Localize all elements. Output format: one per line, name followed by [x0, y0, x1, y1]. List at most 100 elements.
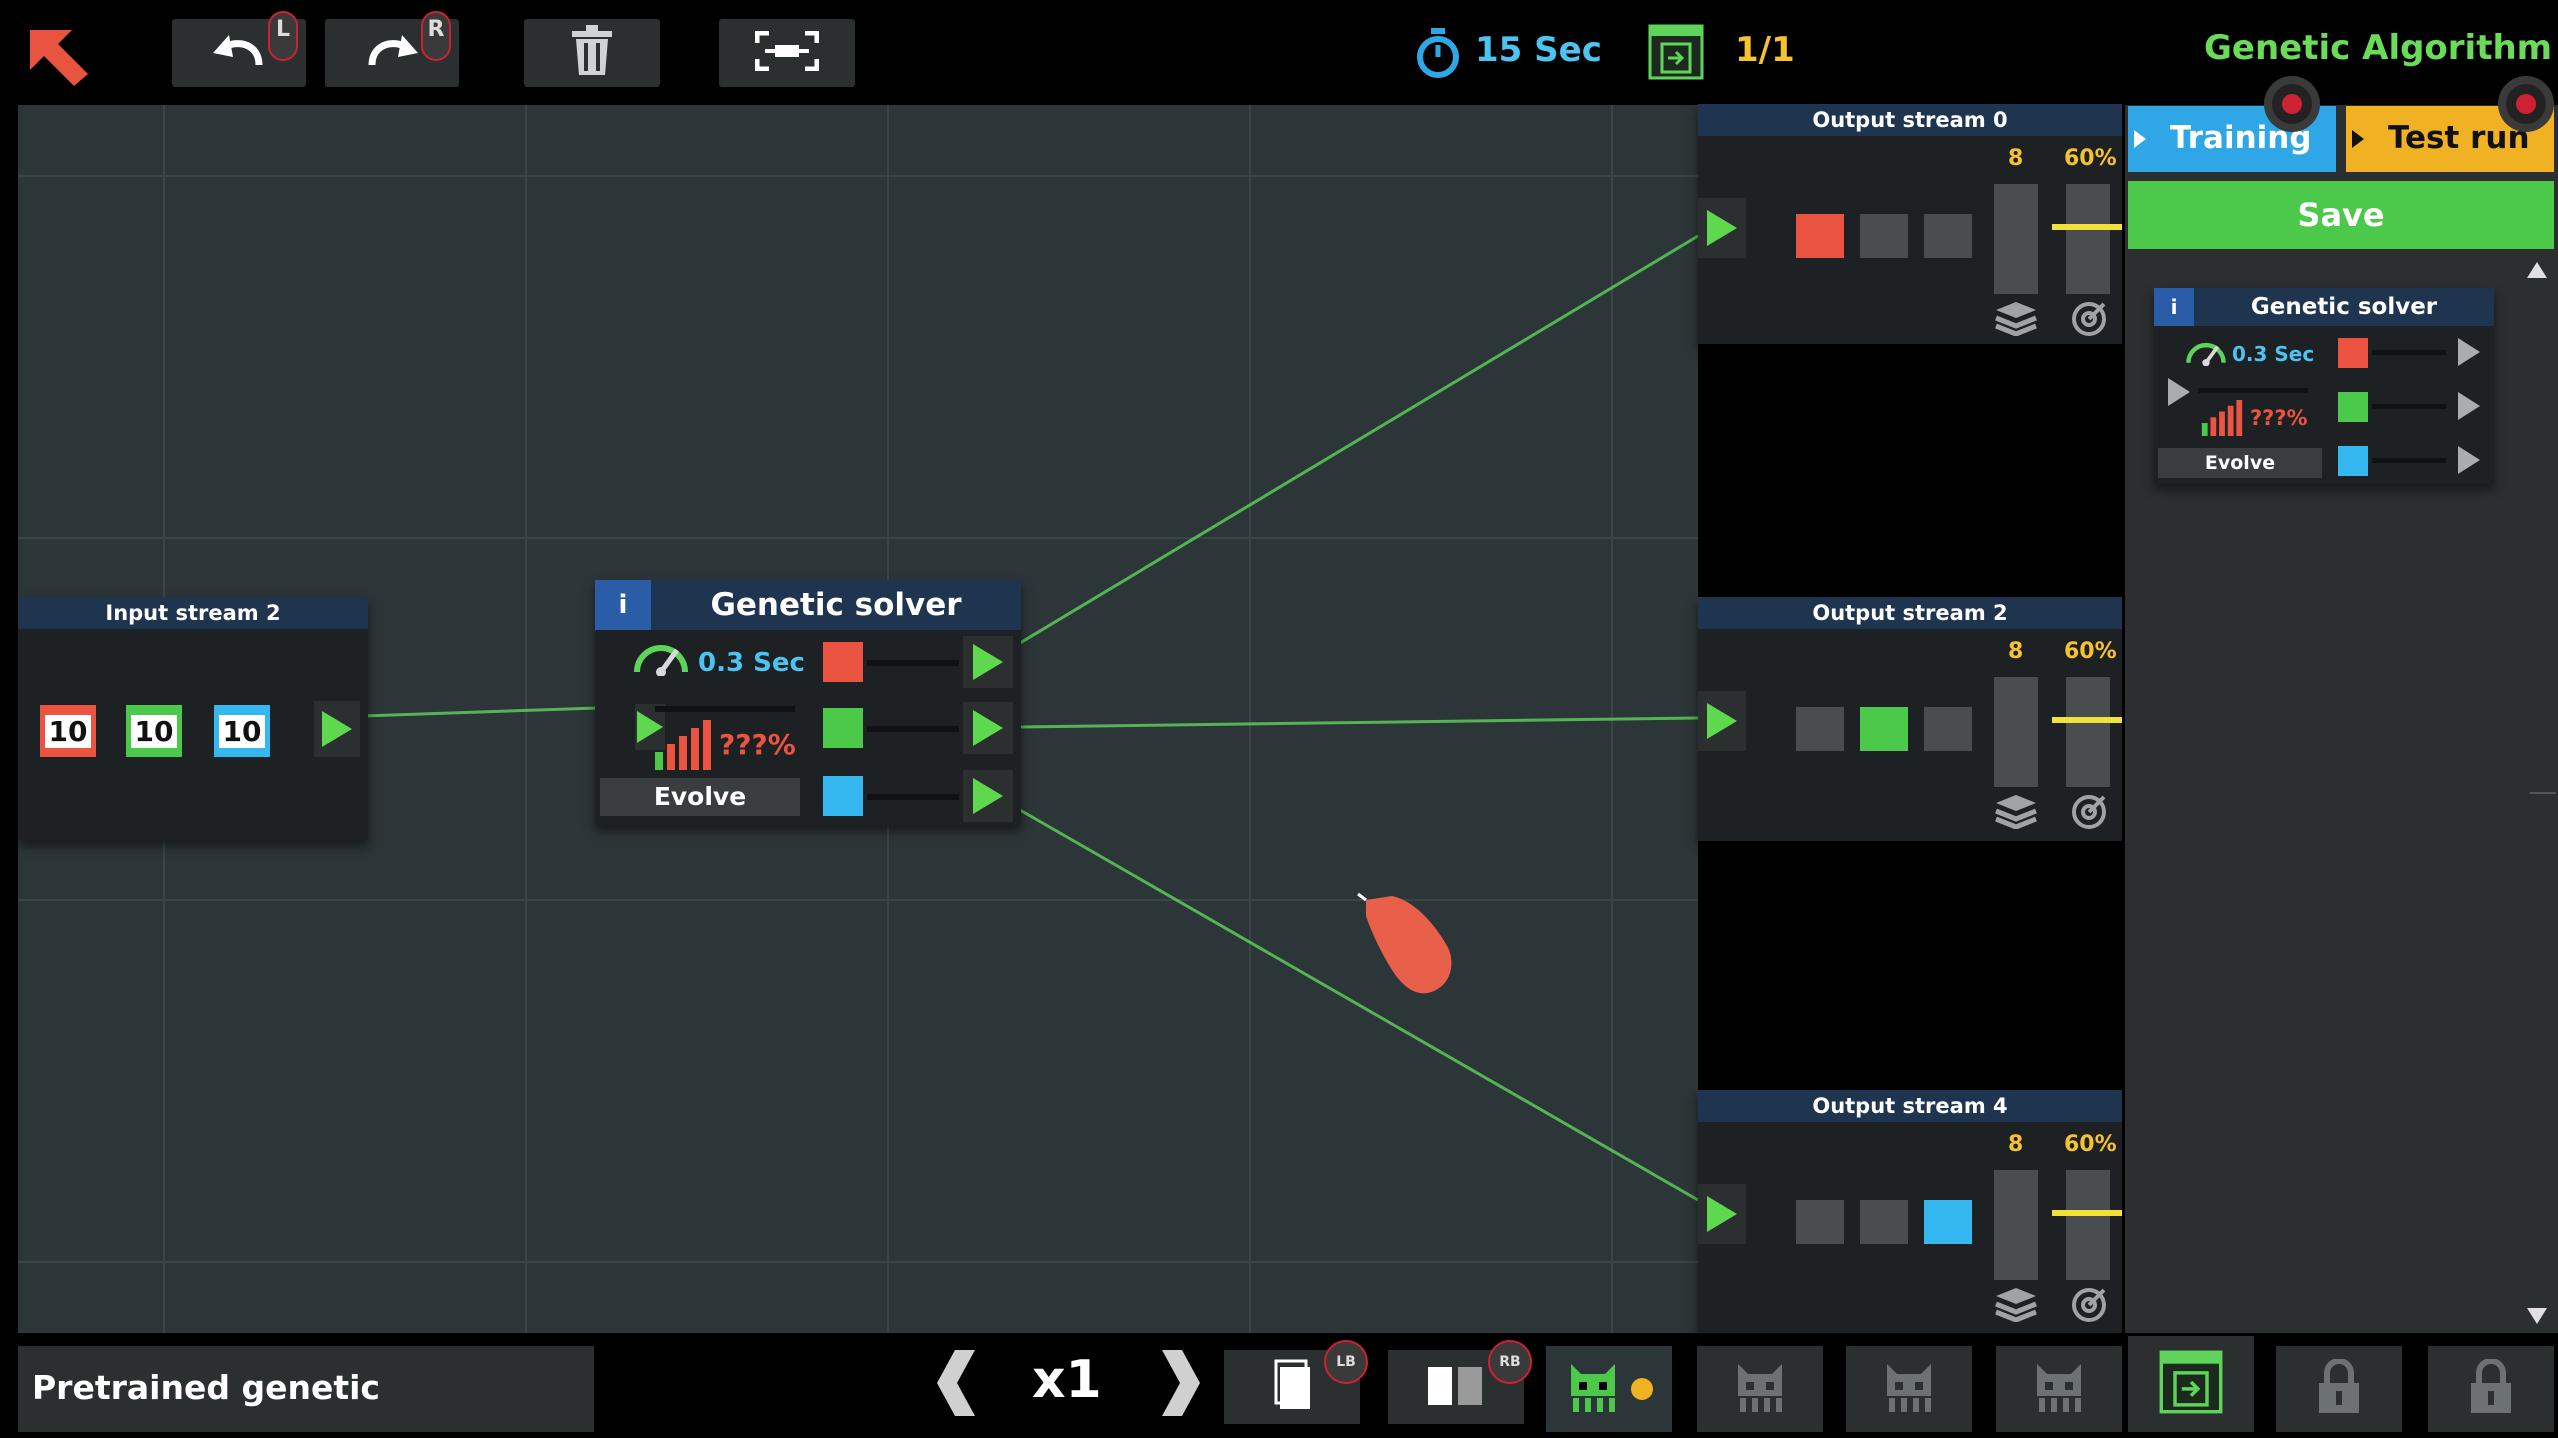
lb-controller-icon: [2262, 74, 2342, 134]
output-blue-track: [867, 794, 959, 800]
scroll-up-icon[interactable]: [2527, 262, 2547, 278]
robot-slot-4[interactable]: [1996, 1346, 2122, 1432]
card-progress-track: [2198, 388, 2308, 393]
active-indicator: [1631, 1378, 1653, 1400]
speed-value: x1: [1032, 1350, 1102, 1410]
input-value-blue: 10: [214, 705, 270, 757]
target-line: [2052, 224, 2122, 230]
level-name-field[interactable]: Pretrained genetic: [18, 1346, 594, 1432]
rb-badge: RB: [1488, 1340, 1532, 1384]
play-icon: [1707, 703, 1737, 739]
count-bar: [1994, 677, 2038, 787]
card-output-blue-track: [2372, 458, 2446, 463]
solver-info-button[interactable]: i: [595, 580, 651, 630]
card-output-red-track: [2372, 350, 2446, 355]
level-icon: [2159, 1350, 2223, 1418]
panel-genetic-solver-card[interactable]: i Genetic solver 0.3 Sec ???% Evolve: [2154, 288, 2494, 484]
output-input-port[interactable]: [1698, 1184, 1746, 1244]
output-input-port[interactable]: [1698, 691, 1746, 751]
expected-empty-swatch: [1796, 707, 1844, 751]
expected-red-swatch: [1796, 214, 1844, 258]
input-output-port[interactable]: [314, 701, 360, 757]
expected-empty-swatch: [1924, 214, 1972, 258]
output-stream-node-2[interactable]: Output stream 2 8 60%: [1698, 597, 2122, 841]
single-card-button[interactable]: LB: [1224, 1340, 1368, 1424]
card-output-green-track: [2372, 404, 2446, 409]
play-icon: [973, 644, 1003, 680]
robot-slot-2[interactable]: [1697, 1346, 1823, 1432]
card-output-port-red[interactable]: [2458, 338, 2480, 366]
play-icon: [322, 711, 352, 747]
card-output-red-swatch: [2338, 338, 2368, 368]
input-node-title: Input stream 2: [18, 597, 368, 629]
bar-chart-icon: [653, 720, 713, 770]
output-stream-node-0[interactable]: Output stream 0 8 60%: [1698, 104, 2122, 344]
target-line: [2052, 1210, 2122, 1216]
expected-empty-swatch: [1860, 214, 1908, 258]
target-icon: [2070, 1286, 2108, 1328]
play-icon: [2168, 378, 2190, 406]
expected-green-swatch: [1860, 707, 1908, 751]
output-count: 8: [2008, 146, 2024, 171]
percent-bar: [2066, 184, 2110, 294]
play-icon: [2134, 130, 2146, 148]
expected-empty-swatch: [1924, 707, 1972, 751]
output-node-title: Output stream 0: [1698, 104, 2122, 136]
play-icon: [2352, 130, 2364, 148]
wire-solver-to-output0: [1019, 234, 1699, 645]
speed-increase-button[interactable]: [1158, 1348, 1202, 1422]
card-accuracy: ???%: [2250, 406, 2308, 430]
output-green-track: [867, 726, 959, 732]
play-icon: [973, 710, 1003, 746]
card-output-port-green[interactable]: [2458, 392, 2480, 420]
play-icon: [1707, 210, 1737, 246]
card-input-port[interactable]: [2168, 378, 2190, 406]
output-count: 8: [2008, 639, 2024, 664]
robot-slot-active[interactable]: [1546, 1346, 1672, 1432]
scroll-down-icon[interactable]: [2527, 1308, 2547, 1324]
percent-bar: [2066, 677, 2110, 787]
card-info-button[interactable]: i: [2154, 288, 2194, 326]
double-card-button[interactable]: RB: [1388, 1340, 1532, 1424]
robot-icon: [1565, 1360, 1621, 1418]
output-green-swatch: [823, 708, 863, 748]
input-stream-node[interactable]: Input stream 2 10 10 10: [18, 597, 368, 840]
genetic-solver-node[interactable]: i Genetic solver 0.3 Sec ???% Evolve: [595, 580, 1021, 825]
input-value-red: 10: [40, 705, 96, 757]
robot-slot-3[interactable]: [1846, 1346, 1972, 1432]
output-node-title: Output stream 2: [1698, 597, 2122, 629]
percent-bar: [2066, 1170, 2110, 1280]
layers-icon: [1994, 300, 2038, 340]
lb-badge: LB: [1324, 1340, 1368, 1384]
output-stream-node-4[interactable]: Output stream 4 8 60%: [1698, 1090, 2122, 1333]
card-title: Genetic solver: [2250, 294, 2438, 320]
card-speed: 0.3 Sec: [2232, 342, 2315, 366]
play-icon: [973, 778, 1003, 814]
speed-decrease-button[interactable]: [935, 1348, 979, 1422]
count-bar: [1994, 184, 2038, 294]
output-red-swatch: [823, 642, 863, 682]
output-blue-swatch: [823, 776, 863, 816]
wire-solver-to-output2: [1019, 716, 1699, 729]
level-submit-button[interactable]: [2128, 1336, 2254, 1432]
solver-output-port-green[interactable]: [963, 702, 1013, 754]
expected-empty-swatch: [1796, 1200, 1844, 1244]
card-output-port-blue[interactable]: [2458, 446, 2480, 474]
scroll-thumb[interactable]: [2530, 792, 2556, 794]
panel-scrollbar[interactable]: [2524, 262, 2556, 1324]
rb-controller-icon: [2492, 74, 2556, 134]
card-double-icon: [1426, 1363, 1486, 1411]
solver-header: i Genetic solver: [595, 580, 1021, 630]
output-input-port[interactable]: [1698, 198, 1746, 258]
count-bar: [1994, 1170, 2038, 1280]
solver-output-port-red[interactable]: [963, 636, 1013, 688]
save-button[interactable]: Save: [2128, 181, 2554, 249]
robot-icon: [1732, 1360, 1788, 1418]
evolve-button[interactable]: Evolve: [600, 778, 800, 816]
input-value-green: 10: [126, 705, 182, 757]
card-single-icon: [1270, 1359, 1314, 1415]
output-node-title: Output stream 4: [1698, 1090, 2122, 1122]
solver-accuracy: ???%: [719, 728, 796, 761]
card-evolve-button[interactable]: Evolve: [2158, 448, 2322, 478]
solver-output-port-blue[interactable]: [963, 770, 1013, 822]
